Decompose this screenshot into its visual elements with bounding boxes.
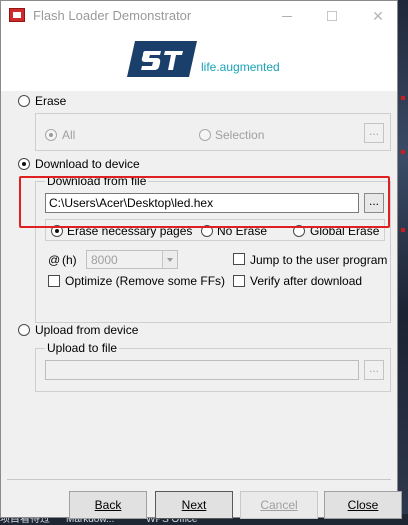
erase-all-radio[interactable] (45, 129, 57, 141)
desktop-icon-fragment (401, 228, 405, 232)
erase-selection-radio[interactable] (199, 129, 211, 141)
address-at-label: @ (48, 253, 61, 267)
close-button-label: Close (347, 498, 379, 512)
jump-to-user-label: Jump to the user program (250, 253, 388, 267)
erase-label: Erase (35, 94, 67, 108)
download-radio[interactable] (18, 158, 30, 170)
close-window-button[interactable]: ✕ (355, 1, 401, 31)
cancel-button[interactable]: Cancel (240, 491, 318, 519)
erase-all-label: All (62, 128, 76, 142)
verify-label: Verify after download (250, 274, 363, 288)
verify-checkbox[interactable] (233, 275, 245, 287)
close-button[interactable]: Close (324, 491, 402, 519)
upload-to-file-label: Upload to file (45, 341, 120, 355)
desktop-icon-fragment (401, 150, 405, 154)
cancel-button-label: Cancel (260, 498, 298, 512)
minimize-icon (282, 16, 292, 17)
title-bar[interactable]: Flash Loader Demonstrator ✕ (1, 1, 397, 31)
upload-radio[interactable] (18, 324, 30, 336)
optimize-checkbox[interactable] (48, 275, 60, 287)
st-logo-icon (127, 41, 197, 77)
address-unit-label: (h) (62, 253, 77, 267)
flash-loader-window: Flash Loader Demonstrator ✕ life.augment… (0, 0, 402, 519)
jump-to-user-checkbox[interactable] (233, 253, 245, 265)
header-banner: life.augmented (1, 31, 397, 91)
minimize-button[interactable] (263, 1, 309, 31)
desktop-icon-fragment (401, 96, 405, 100)
back-button[interactable]: Back (69, 491, 147, 519)
next-button[interactable]: Next (155, 491, 233, 519)
address-combo[interactable]: 8000 (86, 250, 178, 269)
maximize-button[interactable] (309, 1, 355, 31)
upload-browse-button[interactable]: ... (364, 360, 384, 380)
erase-options-group (35, 113, 391, 151)
erase-selection-label: Selection (215, 128, 265, 142)
address-value: 8000 (91, 253, 118, 267)
upload-file-input[interactable] (45, 360, 359, 380)
optimize-label: Optimize (Remove some FFs) (65, 274, 226, 288)
app-icon (9, 8, 25, 22)
upload-label: Upload from device (35, 323, 139, 337)
maximize-icon (327, 11, 337, 21)
back-button-label: Back (94, 498, 122, 512)
erase-selection-browse-button[interactable]: ... (364, 123, 384, 143)
desktop-background (398, 0, 408, 525)
erase-radio[interactable] (18, 95, 30, 107)
next-button-label: Next (181, 498, 207, 512)
download-label: Download to device (35, 157, 140, 171)
close-icon: ✕ (372, 8, 384, 24)
brand-tagline: life.augmented (201, 60, 280, 74)
footer-separator (7, 479, 391, 480)
highlight-annotation (19, 176, 390, 228)
window-title: Flash Loader Demonstrator (33, 8, 192, 23)
chevron-down-icon[interactable] (162, 251, 177, 268)
